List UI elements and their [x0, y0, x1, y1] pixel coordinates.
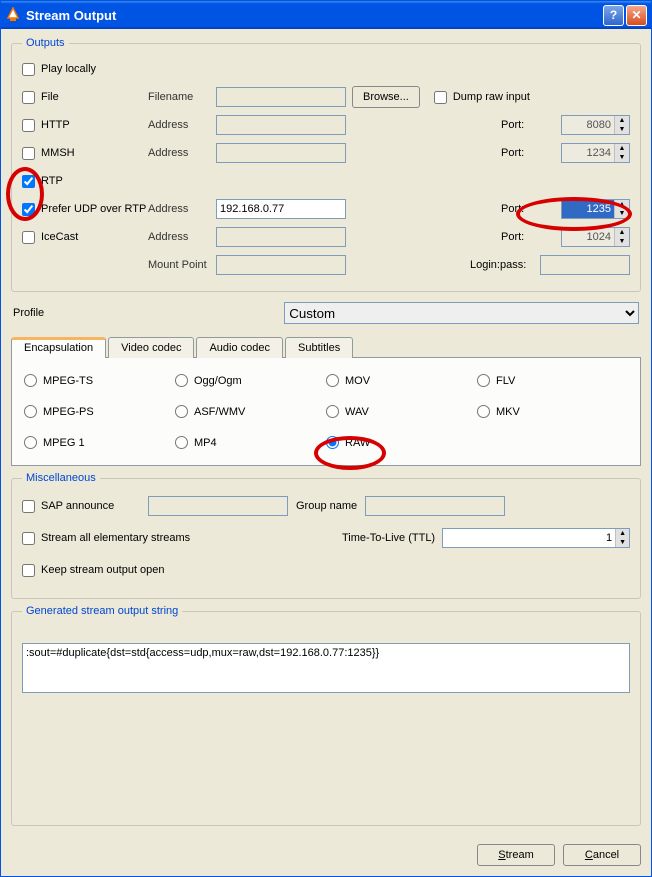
- spinner-down-icon[interactable]: ▼: [614, 237, 629, 246]
- rtp-option[interactable]: RTP: [22, 175, 148, 188]
- mmsh-port-spinner[interactable]: ▲▼: [561, 143, 630, 163]
- prefer-udp-checkbox[interactable]: [22, 203, 35, 216]
- spinner-down-icon[interactable]: ▼: [614, 125, 629, 134]
- spinner-down-icon[interactable]: ▼: [614, 209, 629, 218]
- encap-wav[interactable]: WAV: [326, 405, 477, 418]
- ice-address-label: Address: [148, 231, 216, 243]
- login-pass-label: Login:pass:: [470, 259, 540, 271]
- tab-video-codec[interactable]: Video codec: [108, 337, 194, 358]
- ice-port-spinner[interactable]: ▲▼: [561, 227, 630, 247]
- profile-select[interactable]: Custom: [284, 302, 639, 324]
- prefer-udp-option[interactable]: Prefer UDP over RTP: [22, 203, 148, 216]
- generated-legend: Generated stream output string: [22, 605, 182, 617]
- spinner-down-icon[interactable]: ▼: [614, 153, 629, 162]
- rtp-address-input[interactable]: [216, 199, 346, 219]
- spinner-up-icon[interactable]: ▲: [614, 228, 629, 237]
- group-name-input[interactable]: [365, 496, 505, 516]
- browse-button[interactable]: Browse...: [352, 86, 420, 108]
- ttl-spinner[interactable]: ▲▼: [442, 528, 630, 548]
- encap-mpegps[interactable]: MPEG-PS: [24, 405, 175, 418]
- http-port-spinner[interactable]: ▲▼: [561, 115, 630, 135]
- tab-audio-codec[interactable]: Audio codec: [196, 337, 283, 358]
- group-name-label: Group name: [296, 500, 357, 512]
- mmsh-address-input[interactable]: [216, 143, 346, 163]
- outputs-legend: Outputs: [22, 37, 69, 49]
- rtp-checkbox[interactable]: [22, 175, 35, 188]
- http-address-label: Address: [148, 119, 216, 131]
- outputs-group: Outputs Play locally File Filename Brows…: [11, 37, 641, 292]
- encap-tab-bar: Encapsulation Video codec Audio codec Su…: [11, 336, 641, 358]
- mount-point-label: Mount Point: [148, 259, 216, 271]
- play-locally-checkbox[interactable]: [22, 63, 35, 76]
- window-title: Stream Output: [26, 8, 601, 23]
- app-icon: [5, 7, 21, 23]
- mount-point-input[interactable]: [216, 255, 346, 275]
- http-address-input[interactable]: [216, 115, 346, 135]
- sap-announce-option[interactable]: SAP announce: [22, 500, 148, 513]
- spinner-up-icon[interactable]: ▲: [615, 529, 629, 538]
- login-pass-input[interactable]: [540, 255, 630, 275]
- dump-raw-checkbox[interactable]: [434, 91, 447, 104]
- close-button[interactable]: ✕: [626, 5, 647, 26]
- encap-mkv[interactable]: MKV: [477, 405, 628, 418]
- dump-raw-option[interactable]: Dump raw input: [434, 91, 530, 104]
- spinner-up-icon[interactable]: ▲: [614, 144, 629, 153]
- mmsh-address-label: Address: [148, 147, 216, 159]
- filename-label: Filename: [148, 91, 216, 103]
- spinner-up-icon[interactable]: ▲: [614, 200, 629, 209]
- rtp-port-spinner[interactable]: ▲▼: [561, 199, 630, 219]
- encap-mp4[interactable]: MP4: [175, 436, 326, 449]
- misc-group: Miscellaneous SAP announce Group name St…: [11, 472, 641, 599]
- encap-mpegts[interactable]: MPEG-TS: [24, 374, 175, 387]
- cancel-button[interactable]: Cancel: [563, 844, 641, 866]
- stream-button[interactable]: Stream: [477, 844, 555, 866]
- http-port-label: Port:: [501, 119, 561, 131]
- rtp-address-label: Address: [148, 203, 216, 215]
- encap-flv[interactable]: FLV: [477, 374, 628, 387]
- encap-ogg[interactable]: Ogg/Ogm: [175, 374, 326, 387]
- mmsh-option[interactable]: MMSH: [22, 147, 148, 160]
- http-checkbox[interactable]: [22, 119, 35, 132]
- http-option[interactable]: HTTP: [22, 119, 148, 132]
- encapsulation-panel: MPEG-TS Ogg/Ogm MOV FLV MPEG-PS ASF/WMV …: [11, 358, 641, 466]
- generated-string-group: Generated stream output string :sout=#du…: [11, 605, 641, 826]
- profile-label: Profile: [13, 307, 44, 319]
- icecast-checkbox[interactable]: [22, 231, 35, 244]
- help-button[interactable]: ?: [603, 5, 624, 26]
- stream-all-checkbox[interactable]: [22, 532, 35, 545]
- misc-legend: Miscellaneous: [22, 472, 100, 484]
- spinner-up-icon[interactable]: ▲: [614, 116, 629, 125]
- play-locally-option[interactable]: Play locally: [22, 63, 148, 76]
- keep-open-option[interactable]: Keep stream output open: [22, 564, 165, 577]
- file-checkbox[interactable]: [22, 91, 35, 104]
- sap-checkbox[interactable]: [22, 500, 35, 513]
- dialog-footer: Stream Cancel: [1, 834, 651, 876]
- encap-mpeg1[interactable]: MPEG 1: [24, 436, 175, 449]
- spinner-down-icon[interactable]: ▼: [615, 538, 629, 547]
- file-option[interactable]: File: [22, 91, 148, 104]
- generated-output-textarea[interactable]: :sout=#duplicate{dst=std{access=udp,mux=…: [22, 643, 630, 693]
- encap-mov[interactable]: MOV: [326, 374, 477, 387]
- stream-all-option[interactable]: Stream all elementary streams: [22, 532, 342, 545]
- filename-input[interactable]: [216, 87, 346, 107]
- titlebar: Stream Output ? ✕: [1, 1, 651, 29]
- encap-asf[interactable]: ASF/WMV: [175, 405, 326, 418]
- mmsh-checkbox[interactable]: [22, 147, 35, 160]
- ice-address-input[interactable]: [216, 227, 346, 247]
- encap-raw[interactable]: RAW: [326, 436, 477, 449]
- ice-port-label: Port:: [501, 231, 561, 243]
- icecast-option[interactable]: IceCast: [22, 231, 148, 244]
- sap-name-input[interactable]: [148, 496, 288, 516]
- mmsh-port-label: Port:: [501, 147, 561, 159]
- rtp-port-label: Port:: [501, 203, 561, 215]
- tab-subtitles[interactable]: Subtitles: [285, 337, 353, 358]
- tab-encapsulation[interactable]: Encapsulation: [11, 337, 106, 358]
- ttl-label: Time-To-Live (TTL): [342, 532, 442, 544]
- keep-open-checkbox[interactable]: [22, 564, 35, 577]
